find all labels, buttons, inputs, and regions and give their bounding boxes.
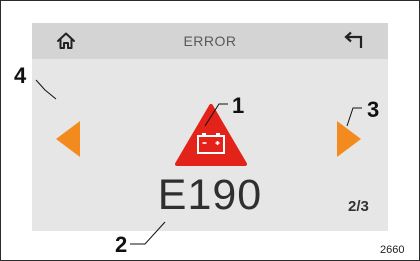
callout-leaders	[35, 79, 362, 245]
figure-reference: 2660	[380, 244, 405, 256]
callout-2: 2	[115, 232, 128, 257]
callout-4: 4	[14, 63, 27, 88]
callout-1: 1	[232, 93, 245, 118]
callout-3: 3	[367, 97, 380, 122]
